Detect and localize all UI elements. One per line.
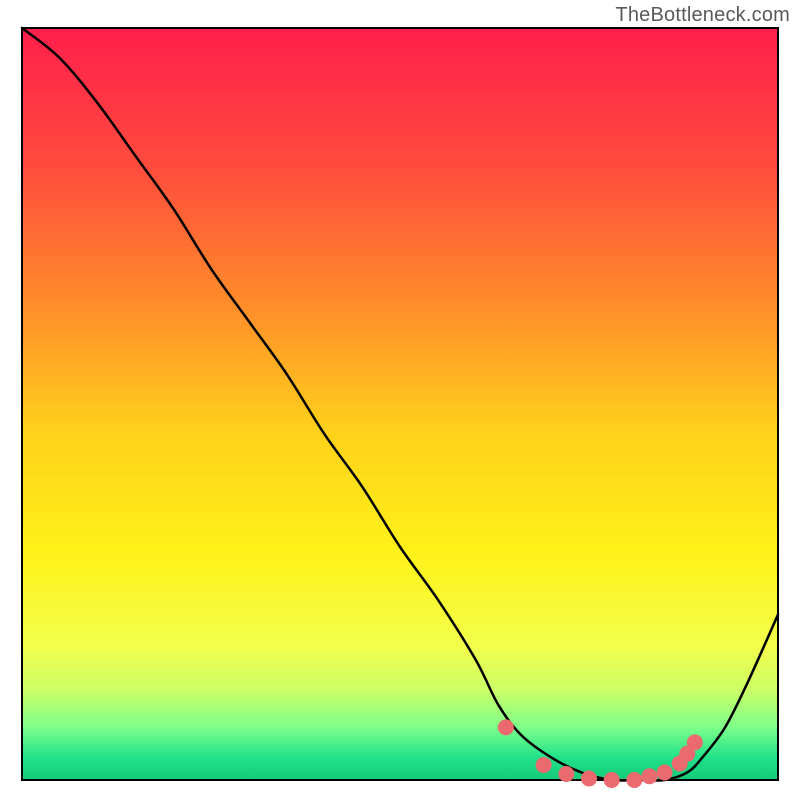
curve-marker <box>641 768 657 784</box>
curve-marker <box>558 766 574 782</box>
curve-marker <box>657 764 673 780</box>
curve-marker <box>581 770 597 786</box>
attribution-label: TheBottleneck.com <box>615 4 790 27</box>
chart-stage: TheBottleneck.com <box>0 0 800 800</box>
gradient-background <box>22 28 778 780</box>
curve-marker <box>687 734 703 750</box>
bottleneck-chart <box>0 0 800 800</box>
curve-marker <box>626 772 642 788</box>
curve-marker <box>604 772 620 788</box>
curve-marker <box>536 757 552 773</box>
curve-marker <box>498 719 514 735</box>
